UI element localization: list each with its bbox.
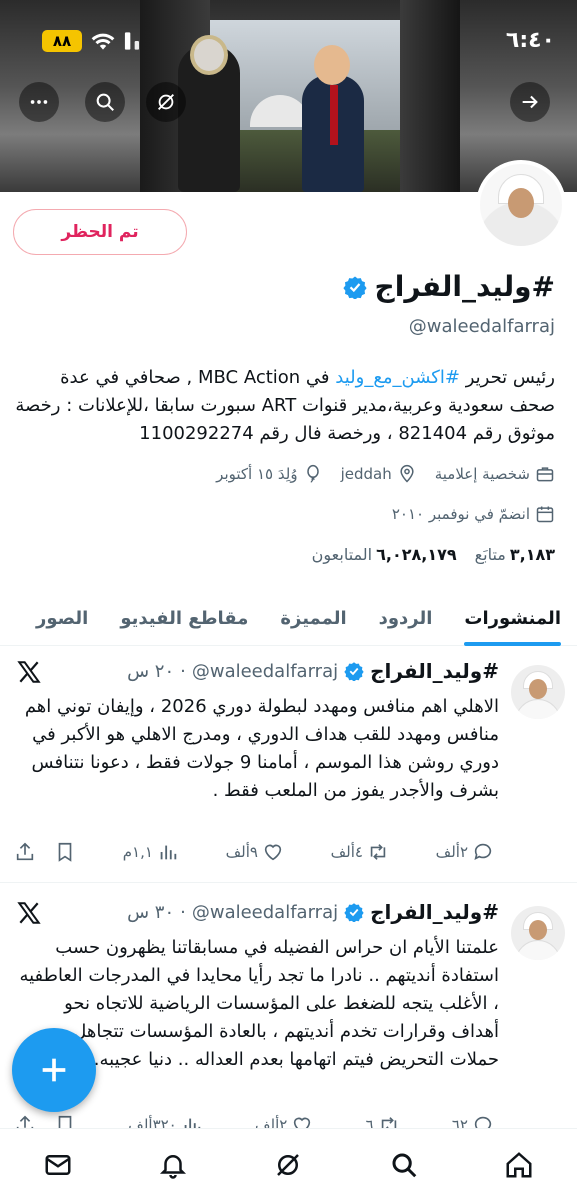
more-options-button[interactable] — [19, 82, 59, 122]
tweet-author-handle: @waleedalfarraj — [191, 901, 339, 923]
share-icon[interactable] — [14, 841, 36, 863]
status-time: ٦:٤٠ — [505, 28, 555, 53]
tab-highlights[interactable]: المميزة — [264, 590, 362, 646]
tab-replies[interactable]: الردود — [363, 590, 449, 646]
bookmark-icon[interactable] — [54, 841, 76, 863]
tweet-header: #وليد_الفراج @waleedalfarraj · ٣٠ س — [127, 900, 499, 924]
grok-icon — [277, 1153, 300, 1176]
search-icon — [392, 1153, 417, 1177]
wifi-icon — [91, 33, 115, 50]
bell-icon — [160, 1154, 187, 1179]
battery-indicator: ٨٨ — [42, 30, 82, 52]
x-logo-icon — [17, 661, 41, 683]
status-bar: ٨٨ ٦:٤٠ — [0, 24, 577, 60]
view-count: ١,١م — [122, 843, 153, 861]
plus-icon — [42, 1058, 66, 1082]
verified-badge-icon[interactable] — [342, 275, 367, 299]
birthday-label: وُلِدَ ١٥ أكتوبر — [216, 465, 298, 483]
heart-icon — [264, 844, 282, 861]
reply-icon — [474, 843, 492, 860]
tab-videos[interactable]: مقاطع الفيديو — [104, 590, 264, 646]
bio-hashtag-link[interactable]: #اكشن_مع_وليد — [335, 367, 460, 388]
joined-label: انضمّ في نوفمبر ٢٠١٠ — [391, 505, 530, 523]
profile-avatar[interactable] — [476, 160, 566, 250]
views-button[interactable]: ١,١م — [123, 841, 179, 863]
bottom-navigation — [0, 1128, 577, 1200]
meta-birthday: وُلِدَ ١٥ أكتوبر — [216, 464, 322, 484]
compose-post-button[interactable] — [12, 1028, 96, 1112]
analytics-icon — [160, 845, 177, 860]
following-count: ٣,١٨٣ — [509, 545, 555, 564]
meta-location: jeddah — [341, 464, 417, 484]
profile-handle: @waleedalfarraj — [408, 316, 555, 337]
following-label: متابَع — [474, 545, 506, 564]
calendar-icon — [536, 506, 554, 523]
nav-grok[interactable] — [268, 1145, 308, 1185]
followers-link[interactable]: ٦,٠٢٨,١٧٩المتابعون — [312, 545, 457, 564]
category-label: شخصية إعلامية — [434, 465, 530, 483]
reply-count: ٢ألف — [435, 843, 468, 861]
tweet-time[interactable]: ٢٠ س — [127, 661, 174, 682]
tweet-actions: ٢ألف ٤ألف ٩ألف ١,١م — [14, 841, 494, 863]
retweet-button[interactable]: ٤ألف — [331, 841, 389, 863]
briefcase-icon — [536, 467, 554, 482]
following-link[interactable]: ٣,١٨٣متابَع — [475, 545, 555, 564]
search-icon — [96, 93, 114, 111]
tab-posts[interactable]: المنشورات — [448, 590, 577, 646]
tweet-author-name[interactable]: #وليد_الفراج — [370, 659, 499, 683]
tweet-author-name[interactable]: #وليد_الفراج — [370, 900, 499, 924]
banner-person-left — [178, 35, 240, 192]
bio-text-start: رئيس تحرير — [459, 367, 555, 388]
tweet-extra-actions — [14, 841, 76, 863]
arrow-right-icon — [522, 95, 538, 109]
meta-joined: انضمّ في نوفمبر ٢٠١٠ — [392, 504, 555, 524]
tweet-avatar[interactable] — [511, 906, 565, 960]
nav-messages[interactable] — [38, 1145, 78, 1185]
nav-notifications[interactable] — [153, 1145, 193, 1185]
tweet[interactable]: #وليد_الفراج @waleedalfarraj · ٢٠ س الاه… — [0, 647, 577, 883]
reply-button[interactable]: ٢ألف — [436, 841, 494, 863]
followers-count: ٦,٠٢٨,١٧٩ — [376, 545, 457, 564]
follow-stats: ٣,١٨٣متابَع ٦,٠٢٨,١٧٩المتابعون — [312, 545, 555, 564]
tweet-separator: · — [180, 901, 186, 923]
verified-badge-icon — [344, 662, 364, 681]
display-name: #وليد_الفراج — [374, 270, 555, 303]
tweet-separator: · — [180, 660, 186, 682]
tweet-text: الاهلي اهم منافس ومهدد لبطولة دوري 2026 … — [24, 696, 499, 801]
balloon-icon — [306, 464, 319, 483]
profile-bio: رئيس تحرير #اكشن_مع_وليد في MBC Action ,… — [15, 364, 555, 448]
banner-person-right — [302, 45, 364, 192]
location-label: jeddah — [340, 465, 392, 483]
tweet-time[interactable]: ٣٠ س — [127, 902, 174, 923]
tweet-author-handle: @waleedalfarraj — [191, 660, 339, 682]
like-count: ٩ألف — [225, 843, 258, 861]
retweet-count: ٤ألف — [330, 843, 363, 861]
like-button[interactable]: ٩ألف — [226, 841, 284, 863]
home-icon — [506, 1151, 532, 1177]
x-logo-icon — [17, 902, 41, 924]
meta-category: شخصية إعلامية — [435, 464, 555, 484]
search-button[interactable] — [85, 82, 125, 122]
more-icon — [30, 100, 48, 104]
profile-name-row: #وليد_الفراج — [342, 270, 555, 303]
tab-photos[interactable]: الصور — [20, 590, 104, 646]
nav-home[interactable] — [499, 1145, 539, 1185]
grok-button[interactable] — [146, 82, 186, 122]
location-pin-icon — [400, 464, 414, 483]
mail-icon — [45, 1154, 71, 1175]
blocked-button[interactable]: تم الحظر — [13, 209, 187, 255]
grok-icon — [158, 94, 174, 110]
profile-meta: شخصية إعلامية jeddah وُلِدَ ١٥ أكتوبر — [216, 464, 555, 484]
signal-icon — [124, 32, 139, 50]
back-button[interactable] — [510, 82, 550, 122]
profile-tabs: المنشورات الردود المميزة مقاطع الفيديو ا… — [0, 590, 577, 646]
tweet-header: #وليد_الفراج @waleedalfarraj · ٢٠ س — [127, 659, 499, 683]
tweet-avatar[interactable] — [511, 665, 565, 719]
followers-label: المتابعون — [311, 545, 373, 564]
retweet-icon — [370, 844, 386, 860]
nav-search[interactable] — [384, 1145, 424, 1185]
verified-badge-icon — [344, 903, 364, 922]
